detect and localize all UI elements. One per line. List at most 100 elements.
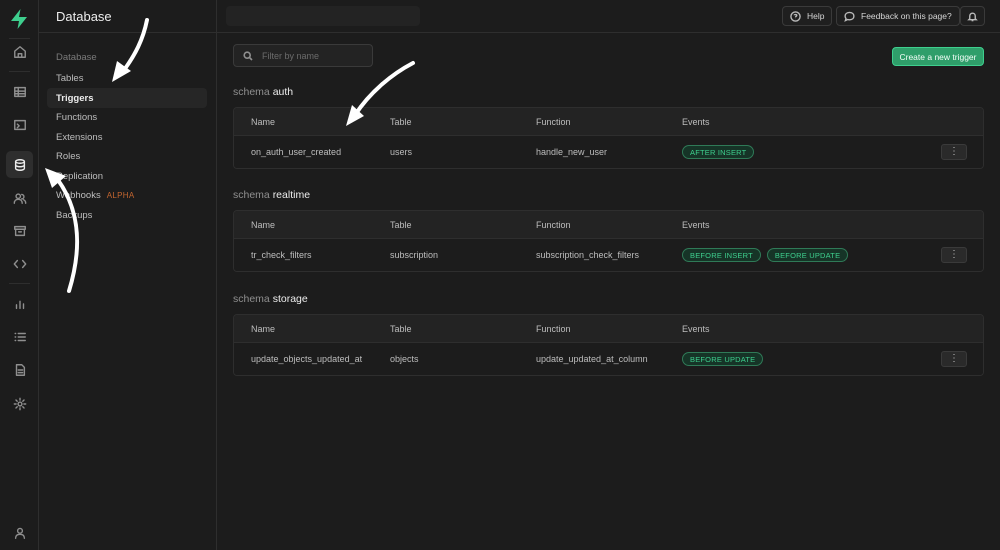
column-header-function: Function (536, 323, 571, 334)
column-header-table: Table (390, 323, 412, 334)
more-options-button[interactable]: ⋮ (941, 144, 967, 160)
sidebar-item-webhooks[interactable]: Webhooks ALPHA (47, 185, 207, 205)
notifications-button[interactable] (960, 6, 985, 26)
triggers-table-auth: Name Table Function Events on_auth_user_… (233, 107, 984, 169)
trigger-table: subscription (390, 250, 439, 260)
settings-icon[interactable] (6, 390, 33, 417)
event-badge: BEFORE UPDATE (766, 248, 849, 262)
more-vertical-icon: ⋮ (949, 146, 959, 157)
bell-icon (967, 12, 978, 21)
column-header-name: Name (251, 323, 276, 334)
sidebar-item-roles[interactable]: Roles (47, 146, 207, 166)
column-header-name: Name (251, 219, 276, 230)
schema-prefix: schema (233, 293, 270, 305)
trigger-table: users (390, 147, 413, 157)
column-header-name: Name (251, 116, 276, 127)
sidebar-item-label: Tables (56, 72, 84, 84)
feedback-icon (844, 11, 855, 22)
table-row: on_auth_user_created users handle_new_us… (234, 136, 983, 168)
event-badge: BEFORE INSERT (682, 248, 761, 262)
home-icon[interactable] (6, 38, 33, 65)
table-header: Name Table Function Events (234, 211, 983, 239)
help-icon (790, 10, 801, 22)
sidebar-item-label: Replication (56, 170, 103, 182)
reports-icon[interactable] (6, 290, 33, 317)
sidebar-title: Database (39, 0, 216, 33)
trigger-function: handle_new_user (536, 147, 608, 157)
sidebar-item-functions[interactable]: Functions (47, 107, 207, 127)
supabase-logo-icon[interactable] (9, 8, 29, 30)
triggers-table-realtime: Name Table Function Events tr_check_filt… (233, 210, 984, 272)
event-badge: BEFORE UPDATE (682, 352, 764, 366)
trigger-events: AFTER INSERT (682, 136, 760, 168)
feedback-button[interactable]: Feedback on this page? (836, 6, 960, 26)
filter-input[interactable] (262, 50, 362, 61)
schema-title-realtime: schema realtime (233, 189, 310, 201)
column-header-events: Events (682, 323, 710, 334)
help-label: Help (807, 11, 825, 21)
sidebar-item-label: Roles (56, 150, 81, 162)
main-content: Create a new trigger schema auth Name Ta… (217, 33, 1000, 550)
database-sidebar: Database Database Tables Triggers Functi… (39, 0, 217, 550)
table-row: update_objects_updated_at objects update… (234, 343, 983, 375)
more-vertical-icon: ⋮ (949, 353, 959, 364)
auth-users-icon[interactable] (6, 184, 33, 211)
breadcrumb (226, 6, 420, 26)
sidebar-item-replication[interactable]: Replication (47, 166, 207, 186)
api-docs-icon[interactable] (6, 356, 33, 383)
trigger-table: objects (390, 354, 419, 364)
schema-name: auth (272, 86, 294, 98)
user-icon[interactable] (6, 519, 33, 546)
feedback-label: Feedback on this page? (861, 11, 952, 21)
more-options-button[interactable]: ⋮ (941, 351, 967, 367)
event-badge: AFTER INSERT (682, 145, 755, 159)
schema-name: realtime (272, 189, 311, 201)
sidebar-group-label: Database (56, 52, 97, 63)
trigger-function: subscription_check_filters (536, 250, 640, 260)
schema-title-storage: schema storage (233, 293, 308, 305)
column-header-function: Function (536, 116, 571, 127)
sidebar-item-triggers[interactable]: Triggers (47, 88, 207, 108)
icon-rail (0, 0, 39, 550)
triggers-table-storage: Name Table Function Events update_object… (233, 314, 984, 376)
rail-divider (9, 71, 30, 72)
trigger-events: BEFORE UPDATE (682, 343, 769, 375)
column-header-events: Events (682, 116, 710, 127)
column-header-table: Table (390, 219, 412, 230)
schema-name: storage (272, 293, 308, 305)
logs-icon[interactable] (6, 323, 33, 350)
sidebar-item-label: Webhooks (56, 189, 101, 201)
sql-editor-icon[interactable] (6, 111, 33, 138)
sidebar-item-extensions[interactable]: Extensions (47, 127, 207, 147)
table-header: Name Table Function Events (234, 108, 983, 136)
top-bar: Help Feedback on this page? (217, 0, 1000, 33)
filter-search[interactable] (233, 44, 373, 67)
column-header-table: Table (390, 116, 412, 127)
search-icon (243, 50, 253, 61)
table-editor-icon[interactable] (6, 78, 33, 105)
table-header: Name Table Function Events (234, 315, 983, 343)
column-header-function: Function (536, 219, 571, 230)
sidebar-item-backups[interactable]: Backups (47, 205, 207, 225)
database-icon[interactable] (6, 151, 33, 178)
create-trigger-button[interactable]: Create a new trigger (892, 47, 984, 66)
sidebar-item-label: Functions (56, 111, 98, 123)
schema-prefix: schema (233, 86, 270, 98)
rail-divider (9, 283, 30, 284)
column-header-events: Events (682, 219, 710, 230)
more-options-button[interactable]: ⋮ (941, 247, 967, 263)
sidebar-item-label: Triggers (56, 92, 94, 104)
trigger-function: update_updated_at_column (536, 354, 648, 364)
storage-icon[interactable] (6, 217, 33, 244)
sidebar-item-label: Extensions (56, 131, 103, 143)
edge-functions-icon[interactable] (6, 250, 33, 277)
schema-title-auth: schema auth (233, 86, 293, 98)
trigger-name: update_objects_updated_at (251, 354, 363, 364)
sidebar-item-tables[interactable]: Tables (47, 68, 207, 88)
more-vertical-icon: ⋮ (949, 249, 959, 260)
help-button[interactable]: Help (782, 6, 833, 26)
sidebar-item-label: Backups (56, 209, 93, 221)
schema-prefix: schema (233, 189, 270, 201)
app-window: Database Database Tables Triggers Functi… (0, 0, 1000, 550)
alpha-badge: ALPHA (106, 190, 135, 200)
